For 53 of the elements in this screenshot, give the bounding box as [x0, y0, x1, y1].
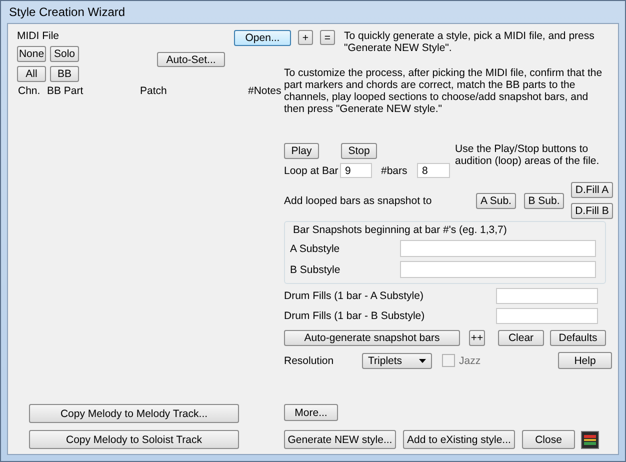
- add-substyle-button[interactable]: B Sub.: [524, 192, 564, 208]
- help-button[interactable]: Help: [558, 352, 612, 369]
- midi-file-label: MIDI File: [17, 30, 59, 42]
- snapshot-action-button[interactable]: Auto-generate snapshot bars: [284, 330, 460, 346]
- small-button[interactable]: +: [298, 30, 313, 45]
- auto-set-button[interactable]: Auto-Set...: [157, 52, 225, 67]
- add-substyle-button[interactable]: A Sub.: [476, 192, 516, 208]
- snapshot-action-button[interactable]: Clear: [498, 330, 544, 346]
- dialog-action-button[interactable]: Close: [522, 430, 575, 449]
- quick-hint-text: To quickly generate a style, pick a MIDI file, and press "Generate NEW Style".: [344, 30, 596, 54]
- copy-melody-button[interactable]: Copy Melody to Melody Track...: [29, 404, 239, 423]
- open-button[interactable]: Open...: [234, 30, 291, 46]
- drum-fills-field[interactable]: [496, 308, 598, 324]
- copy-melody-button[interactable]: Copy Melody to Soloist Track: [29, 430, 239, 449]
- drum-fills-field[interactable]: [496, 288, 598, 304]
- channel-select-button[interactable]: None: [17, 46, 46, 62]
- add-snapshot-label: Add looped bars as snapshot to: [284, 194, 433, 206]
- window-title: Style Creation Wizard: [9, 5, 126, 19]
- channel-select-button[interactable]: BB: [50, 66, 79, 82]
- bars-label: #bars: [381, 164, 408, 176]
- small-button[interactable]: =: [320, 30, 335, 45]
- resolution-dropdown[interactable]: Triplets: [362, 352, 432, 368]
- add-drum-fill-button[interactable]: D.Fill B: [571, 203, 613, 219]
- substyle-bars-field[interactable]: [400, 261, 596, 278]
- channel-select-button[interactable]: All: [17, 66, 46, 82]
- drum-fills-label: Drum Fills (1 bar - B Substyle): [284, 310, 426, 322]
- column-header: Patch: [140, 85, 167, 97]
- jazz-label: Jazz: [459, 354, 481, 366]
- loop-bar-field[interactable]: 9: [340, 163, 372, 178]
- add-drum-fill-button[interactable]: D.Fill A: [571, 182, 613, 198]
- stop-button[interactable]: Stop: [341, 143, 377, 159]
- snapshot-action-button[interactable]: ++: [469, 330, 485, 346]
- play-stop-hint-text: Use the Play/Stop buttons to audition (loop) areas of the file.: [455, 143, 600, 169]
- column-header: Chn.: [18, 85, 40, 97]
- channel-select-button[interactable]: Solo: [50, 46, 79, 62]
- loop-at-bar-label: Loop at Bar: [284, 164, 340, 176]
- app-logo-icon[interactable]: [581, 430, 599, 448]
- column-header: #Notes: [248, 85, 282, 97]
- substyle-label: A Substyle: [290, 242, 341, 254]
- drum-fills-label: Drum Fills (1 bar - A Substyle): [284, 290, 424, 302]
- snapshot-action-button[interactable]: Defaults: [550, 330, 606, 346]
- dialog-action-button[interactable]: Add to eXisting style...: [403, 430, 515, 449]
- substyle-bars-field[interactable]: [400, 240, 596, 257]
- customize-hint-text: To customize the process, after picking the MIDI file, confirm that the part markers and chords are correct, match the BB parts to the channels, play looped sections to choose/add snapshot bars, and then press "Generate NEW style.": [284, 67, 604, 115]
- dropdown-arrow-icon: [419, 358, 426, 362]
- play-button[interactable]: Play: [284, 143, 319, 159]
- substyle-label: B Substyle: [290, 264, 342, 276]
- group-title: Bar Snapshots beginning at bar #'s (eg. 1,3,7): [293, 224, 508, 236]
- dialog-action-button[interactable]: Generate NEW style...: [284, 430, 396, 449]
- bars-count-field[interactable]: 8: [417, 163, 450, 178]
- column-header: BB Part: [47, 85, 84, 97]
- resolution-label: Resolution: [284, 354, 335, 366]
- more-button[interactable]: More...: [284, 404, 338, 421]
